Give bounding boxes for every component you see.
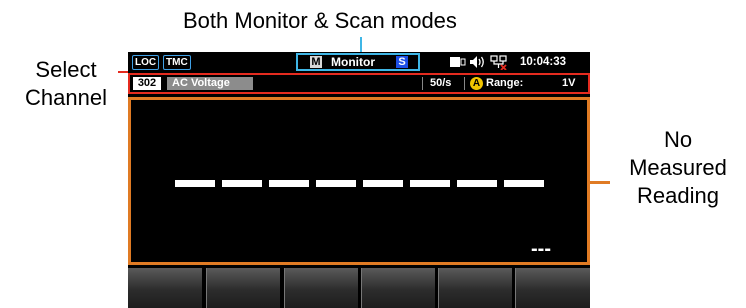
reading-dash bbox=[504, 180, 544, 187]
instrument-screen: LOC TMC M Monitor S 10:04:33 302 AC Volt… bbox=[128, 52, 590, 308]
softkey-4[interactable] bbox=[361, 268, 435, 308]
sample-rate: 50/s bbox=[430, 77, 452, 89]
left-label: Select Channel bbox=[10, 56, 122, 112]
softkey-5[interactable] bbox=[438, 268, 512, 308]
range-label: Range: bbox=[486, 77, 524, 89]
reading-dash bbox=[175, 180, 215, 187]
usb-icon bbox=[450, 57, 466, 67]
right-label-line3: Reading bbox=[637, 183, 719, 208]
right-label: No Measured Reading bbox=[610, 126, 746, 210]
clock: 10:04:33 bbox=[520, 56, 567, 68]
softkey-6[interactable] bbox=[515, 268, 590, 308]
left-label-line2: Channel bbox=[25, 85, 107, 110]
lan-icon bbox=[490, 55, 507, 70]
status-bar: LOC TMC M Monitor S 10:04:33 bbox=[128, 52, 590, 72]
softkey-row bbox=[128, 268, 590, 308]
scan-mode-icon: S bbox=[396, 56, 408, 68]
top-caption: Both Monitor & Scan modes bbox=[183, 8, 457, 33]
reading-dash bbox=[316, 180, 356, 187]
left-label-line1: Select bbox=[35, 57, 97, 82]
reading-dash bbox=[269, 180, 309, 187]
right-label-line1: No bbox=[663, 127, 693, 152]
measurement-display: -------- --- bbox=[128, 97, 590, 265]
reading-dash bbox=[363, 180, 403, 187]
softkey-3[interactable] bbox=[284, 268, 358, 308]
function-label: AC Voltage bbox=[167, 77, 253, 90]
mode-label: Monitor bbox=[331, 55, 375, 69]
loc-indicator: LOC bbox=[132, 55, 160, 70]
divider bbox=[422, 77, 423, 90]
auto-range-icon: A bbox=[470, 77, 483, 90]
channel-number[interactable]: 302 bbox=[133, 77, 161, 90]
softkey-1[interactable] bbox=[128, 268, 202, 308]
channel-bar: 302 AC Voltage 50/s A Range: 1V bbox=[128, 73, 590, 94]
reading-dash bbox=[410, 180, 450, 187]
sub-reading: --- bbox=[531, 238, 551, 260]
softkey-2[interactable] bbox=[206, 268, 280, 308]
divider bbox=[464, 77, 465, 90]
right-label-line2: Measured bbox=[629, 155, 727, 180]
range-value: 1V bbox=[562, 77, 576, 89]
top-connector bbox=[360, 37, 362, 53]
monitor-mode-icon: M bbox=[310, 56, 322, 68]
speaker-icon bbox=[470, 56, 484, 68]
reading-dash bbox=[457, 180, 497, 187]
right-connector bbox=[590, 181, 610, 184]
tmc-indicator: TMC bbox=[163, 55, 191, 70]
reading-dash bbox=[222, 180, 262, 187]
